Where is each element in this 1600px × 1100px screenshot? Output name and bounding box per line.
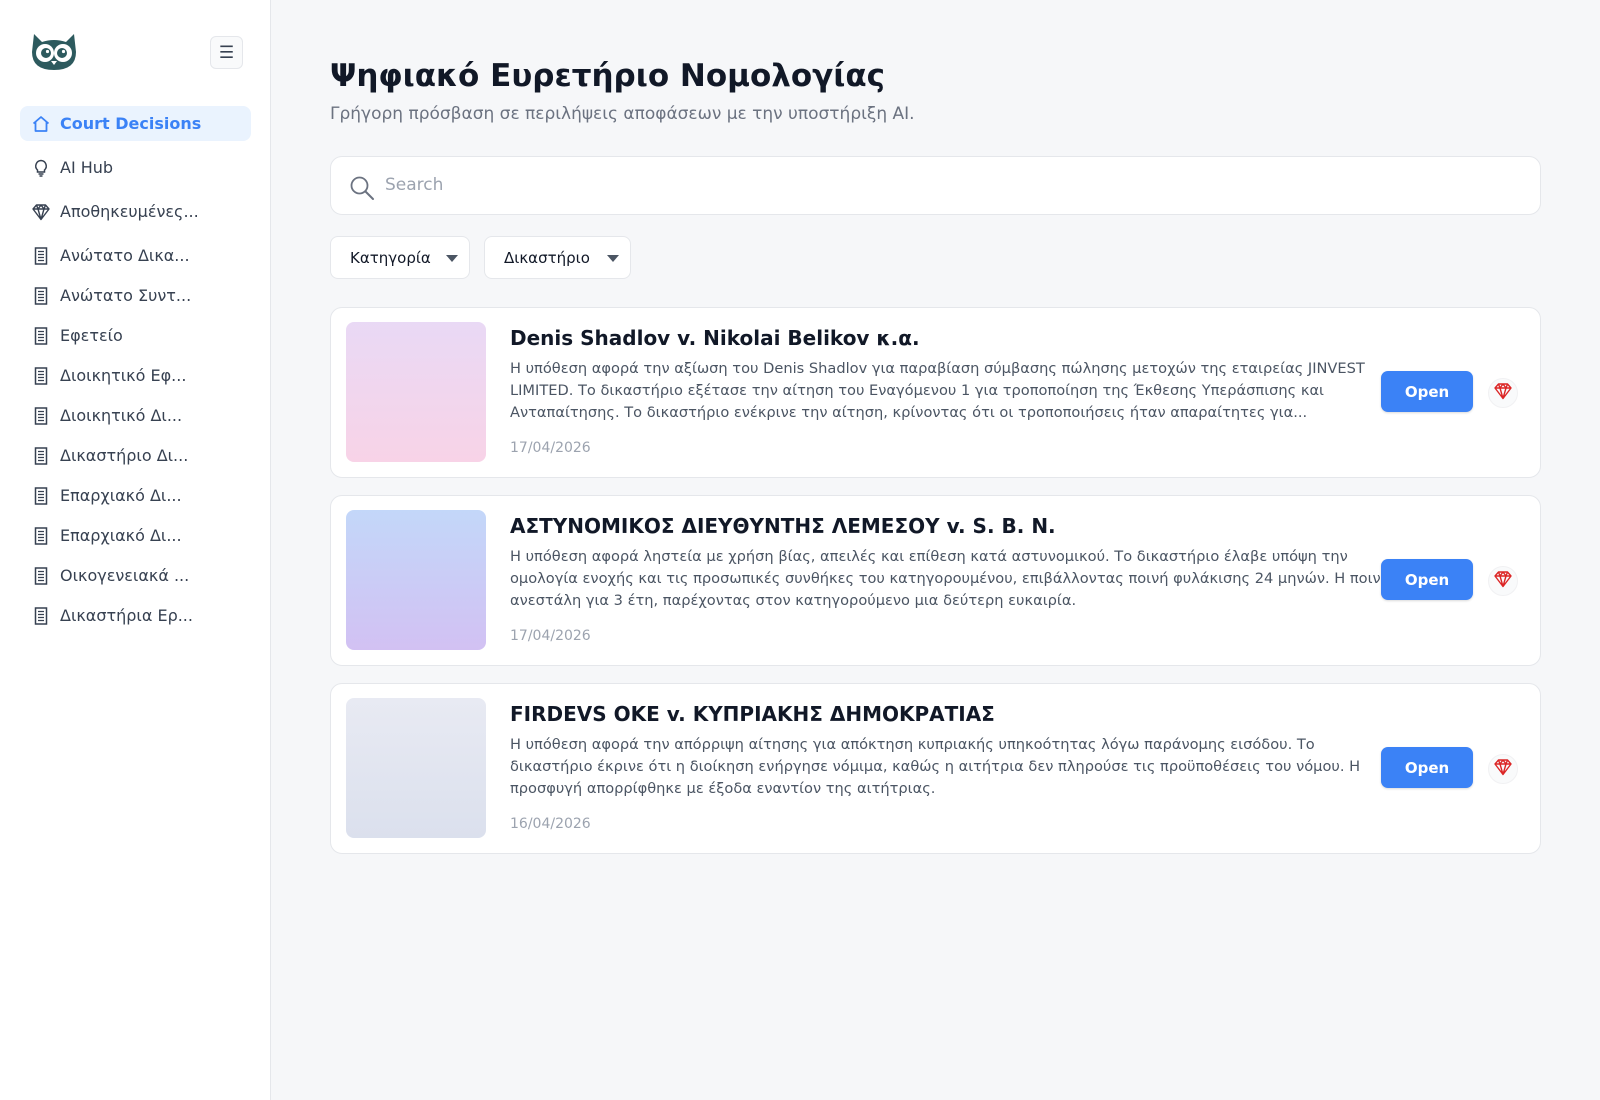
page-subtitle: Γρήγορη πρόσβαση σε περιλήψεις αποφάσεων… [330,104,915,124]
case-thumbnail [346,322,486,462]
menu-toggle-button[interactable]: ☰ [210,36,243,69]
building-icon [31,406,51,426]
sidebar-item-label: Δικαστήριο Δι... [60,446,189,465]
sidebar-item-court[interactable]: Διοικητικό Δι... [20,398,251,433]
sidebar-item-court[interactable]: Διοικητικό Εφ... [20,358,251,393]
case-card: Denis Shadlov v. Nikolai Belikov κ.α. Η … [330,307,1541,478]
sidebar-item-court[interactable]: Δικαστήριο Δι... [20,438,251,473]
search-icon [349,175,375,205]
court-filter-label: Δικαστήριο [504,248,590,267]
diamond-icon [31,202,51,222]
sidebar-item-saved[interactable]: Αποθηκευμένες... [20,194,251,229]
lightbulb-icon [31,158,51,178]
sidebar-item-label: Διοικητικό Εφ... [60,366,187,385]
case-title: ΑΣΤΥΝΟΜΙΚΟΣ ΔΙΕΥΘΥΝΤΗΣ ΛΕΜΕΣΟΥ v. S. B. … [510,514,1056,538]
case-thumbnail [346,698,486,838]
sidebar-item-label: AI Hub [60,158,114,177]
sidebar-item-court[interactable]: Επαρχιακό Δι... [20,478,251,513]
sidebar-item-label: Ανώτατο Δικα... [60,246,190,265]
case-date: 16/04/2026 [510,816,591,832]
case-title: FIRDEVS OKE v. ΚΥΠΡΙΑΚΗΣ ΔΗΜΟΚΡΑΤΙΑΣ [510,702,995,726]
diamond-icon [1493,757,1513,781]
case-card: FIRDEVS OKE v. ΚΥΠΡΙΑΚΗΣ ΔΗΜΟΚΡΑΤΙΑΣ Η υ… [330,683,1541,854]
chevron-down-icon [607,255,619,262]
building-icon [31,486,51,506]
home-icon [31,114,51,134]
case-description: Η υπόθεση αφορά την αξίωση του Denis Sha… [510,360,1365,421]
search-box [330,156,1541,215]
case-date: 17/04/2026 [510,628,591,644]
case-description: Η υπόθεση αφορά ληστεία με χρήση βίας, α… [510,548,1390,609]
sidebar-item-court[interactable]: Δικαστήρια Ερ... [20,598,251,633]
sidebar-item-court[interactable]: Ανώτατο Δικα... [20,238,251,273]
building-icon [31,606,51,626]
sidebar-item-label: Επαρχιακό Δι... [60,486,182,505]
sidebar-item-ai-hub[interactable]: AI Hub [20,150,251,185]
sidebar-item-court[interactable]: Οικογενειακά ... [20,558,251,593]
sidebar-item-label: Δικαστήρια Ερ... [60,606,193,625]
sidebar-nav: Court Decisions AI Hub Αποθηκευμένες... … [20,106,251,638]
case-card: ΑΣΤΥΝΟΜΙΚΟΣ ΔΙΕΥΘΥΝΤΗΣ ΛΕΜΕΣΟΥ v. S. B. … [330,495,1541,666]
owl-logo[interactable] [28,30,80,72]
building-icon [31,286,51,306]
sidebar-item-label: Αποθηκευμένες... [60,202,199,221]
save-button[interactable] [1488,378,1518,408]
sidebar-item-label: Court Decisions [60,114,202,133]
page-title: Ψηφιακό Ευρετήριο Νομολογίας [330,58,886,94]
sidebar: ☰ Court Decisions AI Hub Αποθηκευμένες..… [0,0,271,1100]
search-input[interactable] [385,167,1515,203]
open-button[interactable]: Open [1381,559,1473,600]
building-icon [31,246,51,266]
category-filter-label: Κατηγορία [350,248,431,267]
building-icon [31,366,51,386]
building-icon [31,446,51,466]
category-filter[interactable]: Κατηγορία [330,236,470,279]
case-title: Denis Shadlov v. Nikolai Belikov κ.α. [510,326,920,350]
sidebar-item-label: Ανώτατο Συντ... [60,286,192,305]
open-button[interactable]: Open [1381,747,1473,788]
diamond-icon [1493,569,1513,593]
open-button[interactable]: Open [1381,371,1473,412]
save-button[interactable] [1488,754,1518,784]
sidebar-item-court[interactable]: Εφετείο [20,318,251,353]
building-icon [31,566,51,586]
building-icon [31,326,51,346]
case-thumbnail [346,510,486,650]
case-description: Η υπόθεση αφορά την απόρριψη αίτησης για… [510,736,1361,797]
hamburger-icon: ☰ [218,42,235,63]
case-date: 17/04/2026 [510,440,591,456]
sidebar-item-court[interactable]: Ανώτατο Συντ... [20,278,251,313]
court-filter[interactable]: Δικαστήριο [484,236,631,279]
sidebar-item-label: Οικογενειακά ... [60,566,190,585]
diamond-icon [1493,381,1513,405]
sidebar-item-label: Εφετείο [60,326,123,345]
sidebar-item-court-decisions[interactable]: Court Decisions [20,106,251,141]
sidebar-item-court[interactable]: Επαρχιακό Δι... [20,518,251,553]
chevron-down-icon [446,255,458,262]
sidebar-item-label: Διοικητικό Δι... [60,406,183,425]
sidebar-item-label: Επαρχιακό Δι... [60,526,182,545]
save-button[interactable] [1488,566,1518,596]
building-icon [31,526,51,546]
